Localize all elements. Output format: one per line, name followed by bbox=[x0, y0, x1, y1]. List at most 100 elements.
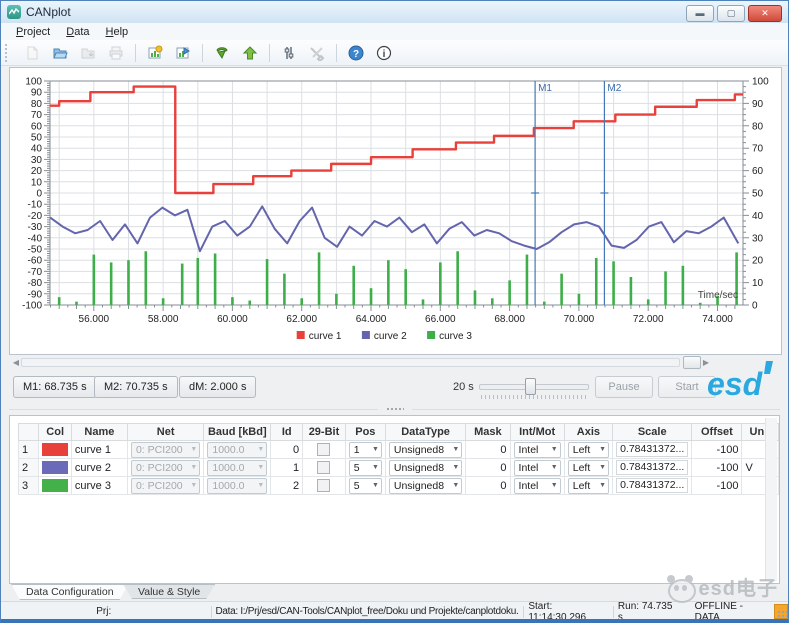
info-icon[interactable]: i bbox=[372, 42, 396, 63]
curve-name-cell: curve 2 bbox=[71, 459, 127, 477]
svg-text:-80: -80 bbox=[28, 278, 43, 289]
svg-text:90: 90 bbox=[752, 99, 764, 110]
plot-svg: 56.00058.00060.00062.00064.00066.00068.0… bbox=[10, 68, 779, 352]
pause-button[interactable]: Pause bbox=[595, 376, 653, 398]
slider-ticks bbox=[481, 395, 587, 399]
table-scrollbar[interactable] bbox=[765, 418, 777, 581]
close-button[interactable]: ✕ bbox=[748, 5, 782, 22]
scale-field[interactable]: 0.78431372... bbox=[616, 478, 688, 493]
col-header-Int/Mot: Int/Mot bbox=[510, 424, 564, 441]
svg-text:curve 1: curve 1 bbox=[309, 331, 342, 342]
svg-text:80: 80 bbox=[752, 121, 764, 132]
tools-icon[interactable] bbox=[305, 42, 329, 63]
pos-dropdown[interactable]: 5▼ bbox=[349, 478, 382, 494]
svg-text:100: 100 bbox=[752, 77, 769, 88]
minimize-button[interactable]: ▬ bbox=[686, 5, 714, 22]
table-row[interactable]: 3curve 30: PCI200▼1000.0▼25▼Unsigned8▼0I… bbox=[19, 477, 779, 495]
help-icon[interactable]: ? bbox=[344, 42, 368, 63]
table-row[interactable]: 2curve 20: PCI200▼1000.0▼15▼Unsigned8▼0I… bbox=[19, 459, 779, 477]
mask-cell: 0 bbox=[466, 459, 510, 477]
row-number: 3 bbox=[19, 477, 39, 495]
menu-data[interactable]: Data bbox=[58, 25, 97, 39]
menu-project[interactable]: Project bbox=[8, 25, 58, 39]
29bit-checkbox[interactable] bbox=[317, 443, 330, 456]
svg-text:64.000: 64.000 bbox=[356, 314, 387, 325]
tab-data-configuration[interactable]: Data Configuration bbox=[11, 584, 129, 600]
menu-bar: Project Data Help bbox=[1, 23, 788, 41]
export-image-icon[interactable] bbox=[143, 42, 167, 63]
new-project-icon[interactable] bbox=[20, 42, 44, 63]
axis-dropdown[interactable]: Left▼ bbox=[568, 460, 609, 476]
scale-field[interactable]: 0.78431372... bbox=[616, 442, 688, 457]
svg-text:74.000: 74.000 bbox=[702, 314, 733, 325]
menu-help[interactable]: Help bbox=[98, 25, 137, 39]
row-number: 1 bbox=[19, 441, 39, 459]
export-data-icon[interactable] bbox=[171, 42, 195, 63]
net-dropdown: 0: PCI200▼ bbox=[131, 478, 200, 494]
svg-text:56.000: 56.000 bbox=[79, 314, 110, 325]
status-start-time: Start: 11:14:30.296 bbox=[528, 601, 609, 623]
filter-settings-icon[interactable] bbox=[277, 42, 301, 63]
scroll-left-icon[interactable]: ◀ bbox=[11, 357, 21, 368]
svg-text:62.000: 62.000 bbox=[286, 314, 317, 325]
id-cell: 0 bbox=[271, 441, 303, 459]
29bit-checkbox[interactable] bbox=[317, 479, 330, 492]
print-icon[interactable] bbox=[104, 42, 128, 63]
splitter[interactable] bbox=[1, 404, 788, 414]
plot-scrollbar[interactable]: ◀ ▶ bbox=[11, 357, 711, 368]
open-project-icon[interactable] bbox=[48, 42, 72, 63]
color-swatch[interactable] bbox=[42, 443, 67, 456]
color-swatch[interactable] bbox=[42, 479, 67, 492]
time-window-slider[interactable] bbox=[479, 377, 589, 399]
splitter-grip[interactable] bbox=[386, 407, 404, 412]
row-number: 2 bbox=[19, 459, 39, 477]
maximize-button[interactable]: ▢ bbox=[717, 5, 745, 22]
delta-marker-button[interactable]: dM: 2.000 s bbox=[179, 376, 256, 398]
svg-text:50: 50 bbox=[31, 133, 43, 144]
svg-text:40: 40 bbox=[752, 211, 764, 222]
col-header-Baud [kBd]: Baud [kBd] bbox=[204, 424, 271, 441]
29bit-checkbox[interactable] bbox=[317, 461, 330, 474]
status-project: Prj: bbox=[1, 606, 207, 617]
curve-config-table: ColNameNetBaud [kBd]Id29-BitPosDataTypeM… bbox=[18, 423, 779, 495]
save-project-icon[interactable] bbox=[76, 42, 100, 63]
svg-text:10: 10 bbox=[31, 177, 43, 188]
window-title: CANplot bbox=[26, 5, 71, 19]
axis-dropdown[interactable]: Left▼ bbox=[568, 478, 609, 494]
pos-dropdown[interactable]: 1▼ bbox=[349, 442, 382, 458]
scrollbar-thumb[interactable] bbox=[683, 356, 701, 369]
offset-cell: -100 bbox=[692, 477, 742, 495]
upload-arrow-icon[interactable] bbox=[238, 42, 262, 63]
svg-text:60: 60 bbox=[31, 121, 43, 132]
svg-text:40: 40 bbox=[31, 144, 43, 155]
datatype-dropdown[interactable]: Unsigned8▼ bbox=[389, 460, 462, 476]
svg-text:M2: M2 bbox=[607, 83, 621, 94]
pos-dropdown[interactable]: 5▼ bbox=[349, 460, 382, 476]
intmot-dropdown[interactable]: Intel▼ bbox=[514, 478, 561, 494]
tab-value-style[interactable]: Value & Style bbox=[123, 584, 215, 599]
table-row[interactable]: 1curve 10: PCI200▼1000.0▼01▼Unsigned8▼0I… bbox=[19, 441, 779, 459]
scrollbar-track[interactable] bbox=[21, 358, 680, 367]
data-configuration-panel: ColNameNetBaud [kBd]Id29-BitPosDataTypeM… bbox=[9, 415, 780, 584]
net-dropdown: 0: PCI200▼ bbox=[131, 460, 200, 476]
svg-text:70: 70 bbox=[752, 144, 764, 155]
svg-text:90: 90 bbox=[31, 88, 43, 99]
mask-cell: 0 bbox=[466, 477, 510, 495]
resize-grip[interactable] bbox=[777, 610, 787, 620]
intmot-dropdown[interactable]: Intel▼ bbox=[514, 460, 561, 476]
marker1-button[interactable]: M1: 68.735 s bbox=[13, 376, 97, 398]
reload-arrow-icon[interactable] bbox=[210, 42, 234, 63]
tab-bar: Data Configuration Value & Style bbox=[1, 584, 788, 601]
axis-dropdown[interactable]: Left▼ bbox=[568, 442, 609, 458]
intmot-dropdown[interactable]: Intel▼ bbox=[514, 442, 561, 458]
scale-field[interactable]: 0.78431372... bbox=[616, 460, 688, 475]
col-header-Id: Id bbox=[271, 424, 303, 441]
toolbar-grip[interactable] bbox=[5, 44, 12, 62]
datatype-dropdown[interactable]: Unsigned8▼ bbox=[389, 442, 462, 458]
plot-panel[interactable]: 56.00058.00060.00062.00064.00066.00068.0… bbox=[9, 67, 782, 355]
datatype-dropdown[interactable]: Unsigned8▼ bbox=[389, 478, 462, 494]
marker2-button[interactable]: M2: 70.735 s bbox=[94, 376, 178, 398]
color-swatch[interactable] bbox=[42, 461, 67, 474]
svg-text:-10: -10 bbox=[28, 200, 43, 211]
slider-thumb[interactable] bbox=[525, 378, 536, 395]
